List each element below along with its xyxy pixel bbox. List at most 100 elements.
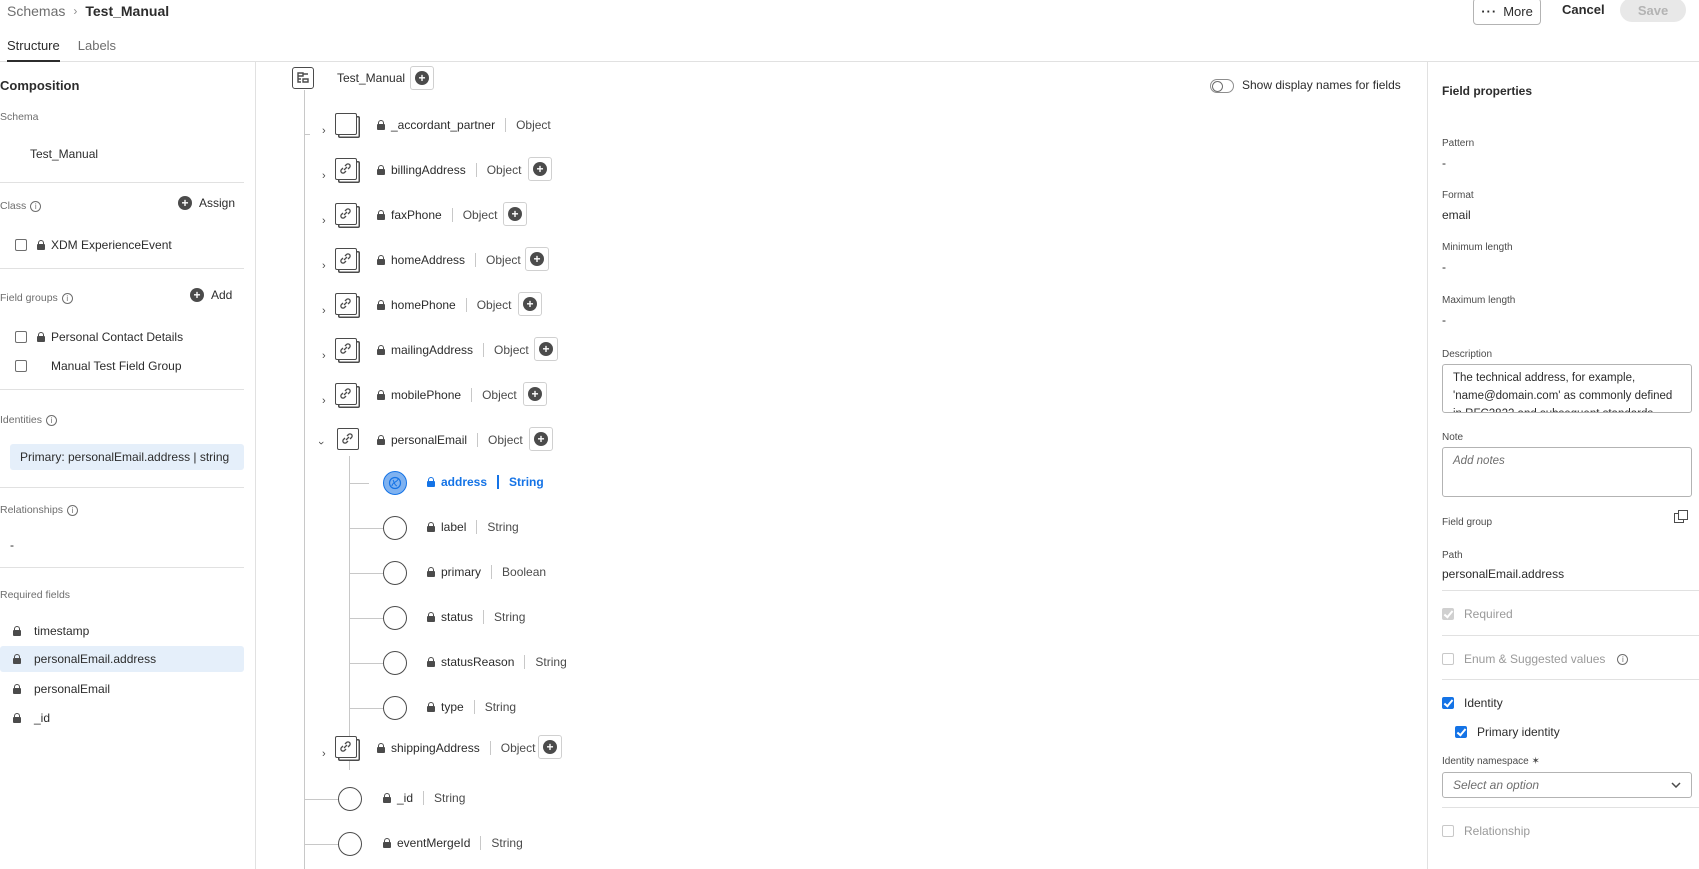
field-group-checkbox[interactable] (15, 331, 27, 343)
relationship-checkbox[interactable]: Relationship (1442, 824, 1530, 838)
schema-name[interactable]: Test_Manual (30, 147, 98, 161)
field-type: Object (465, 298, 511, 312)
chevron-right-icon[interactable]: › (322, 395, 326, 407)
field-row[interactable]: shippingAddress Object (377, 741, 535, 755)
enum-checkbox[interactable]: Enum & Suggested values i (1442, 652, 1629, 666)
required-field-row[interactable]: personalEmail (0, 676, 244, 702)
required-field-row[interactable]: _id (0, 705, 244, 731)
required-checkbox[interactable]: Required (1442, 607, 1513, 621)
field-groups-label-text: Field groups (0, 292, 58, 304)
field-row-selected[interactable]: address String (427, 475, 544, 489)
field-row[interactable]: type String (427, 700, 516, 714)
add-field-group-button[interactable]: + Add (190, 288, 232, 302)
field-row[interactable]: billingAddress Object (377, 163, 521, 177)
identity-checkbox[interactable]: Identity (1442, 696, 1503, 710)
more-button[interactable]: ··· More (1473, 0, 1541, 25)
chevron-down-icon[interactable]: › (315, 441, 327, 445)
lock-icon (37, 332, 45, 342)
schema-root-name[interactable]: Test_Manual (337, 71, 405, 85)
required-field-row[interactable]: timestamp (0, 618, 244, 644)
field-row[interactable]: status String (427, 610, 525, 624)
info-icon[interactable]: i (61, 292, 73, 304)
field-row[interactable]: primary Boolean (427, 565, 546, 579)
info-icon[interactable]: i (1617, 653, 1629, 665)
identity-namespace-select[interactable]: Select an option (1442, 772, 1692, 798)
relationship-checkbox-box (1442, 825, 1454, 837)
field-type: String (480, 836, 523, 850)
breadcrumb-schemas-link[interactable]: Schemas (7, 3, 65, 19)
schema-root-icon[interactable] (292, 67, 314, 89)
add-field-button[interactable]: + (529, 427, 553, 451)
class-label-text: Class (0, 200, 27, 212)
display-names-toggle[interactable] (1210, 79, 1234, 93)
field-group-checkbox[interactable] (15, 360, 27, 372)
field-type: Object (489, 741, 535, 755)
add-label: Add (211, 288, 233, 302)
field-group-item[interactable]: Manual Test Field Group (15, 359, 182, 373)
field-row[interactable]: mailingAddress Object (377, 343, 529, 357)
chevron-right-icon[interactable]: › (322, 260, 326, 272)
info-icon[interactable]: i (67, 504, 79, 516)
required-field-row[interactable]: personalEmail.address (0, 646, 244, 672)
copy-icon[interactable] (1674, 510, 1688, 523)
description-label: Description (1442, 349, 1493, 360)
add-field-button[interactable]: + (503, 202, 527, 226)
field-row[interactable]: label String (427, 520, 519, 534)
required-fields-label: Required fields (0, 589, 70, 601)
required-field-label: personalEmail (34, 682, 111, 696)
primary-identity-chip[interactable]: Primary: personalEmail.address | string (10, 444, 244, 470)
cancel-button[interactable]: Cancel (1562, 2, 1605, 17)
info-icon[interactable]: i (30, 200, 42, 212)
field-row[interactable]: statusReason String (427, 655, 567, 669)
chevron-right-icon[interactable]: › (322, 350, 326, 362)
assign-class-button[interactable]: + Assign (178, 196, 235, 210)
lock-icon (13, 684, 21, 694)
field-row[interactable]: personalEmail Object (377, 433, 523, 447)
tab-labels[interactable]: Labels (78, 38, 116, 62)
lock-icon (377, 255, 385, 265)
primary-identity-checkbox[interactable]: Primary identity (1455, 725, 1560, 739)
field-name: label (441, 520, 467, 534)
field-row[interactable]: homeAddress Object (377, 253, 521, 267)
path-label: Path (1442, 550, 1463, 561)
field-row[interactable]: _id String (383, 791, 465, 805)
schema-label-text: Schema (0, 111, 39, 123)
field-row[interactable]: homePhone Object (377, 298, 511, 312)
field-type: Object (471, 388, 517, 402)
class-checkbox[interactable] (15, 239, 27, 251)
assign-label: Assign (199, 196, 236, 210)
add-field-button[interactable]: + (518, 292, 542, 316)
save-button[interactable]: Save (1620, 0, 1686, 22)
add-field-button[interactable]: + (534, 337, 558, 361)
class-item[interactable]: XDM ExperienceEvent (15, 238, 172, 252)
field-group-label: Manual Test Field Group (51, 359, 182, 373)
path-value: personalEmail.address (1442, 567, 1565, 581)
field-row[interactable]: _accordant_partner Object (377, 118, 551, 132)
field-icon (383, 696, 407, 720)
lock-icon (377, 390, 385, 400)
add-icon: + (534, 432, 548, 446)
chevron-right-icon[interactable]: › (322, 305, 326, 317)
add-field-button[interactable]: + (410, 66, 434, 90)
field-row[interactable]: eventMergeId String (383, 836, 523, 850)
field-name: homeAddress (391, 253, 466, 267)
lock-icon (377, 300, 385, 310)
tree-branch (304, 844, 338, 845)
divider (1442, 635, 1699, 636)
note-textarea[interactable]: Add notes (1442, 447, 1692, 497)
chevron-right-icon[interactable]: › (322, 170, 326, 182)
field-group-item[interactable]: Personal Contact Details (15, 330, 183, 344)
lock-icon (383, 793, 391, 803)
add-field-button[interactable]: + (525, 247, 549, 271)
chevron-right-icon[interactable]: › (322, 125, 326, 137)
chevron-right-icon[interactable]: › (322, 748, 326, 760)
field-row[interactable]: faxPhone Object (377, 208, 497, 222)
add-field-button[interactable]: + (538, 735, 562, 759)
field-row[interactable]: mobilePhone Object (377, 388, 517, 402)
add-field-button[interactable]: + (523, 382, 547, 406)
description-textarea[interactable]: The technical address, for example, 'nam… (1442, 364, 1692, 413)
add-field-button[interactable]: + (528, 157, 552, 181)
tab-structure[interactable]: Structure (7, 38, 60, 62)
chevron-right-icon[interactable]: › (322, 215, 326, 227)
info-icon[interactable]: i (46, 414, 58, 426)
